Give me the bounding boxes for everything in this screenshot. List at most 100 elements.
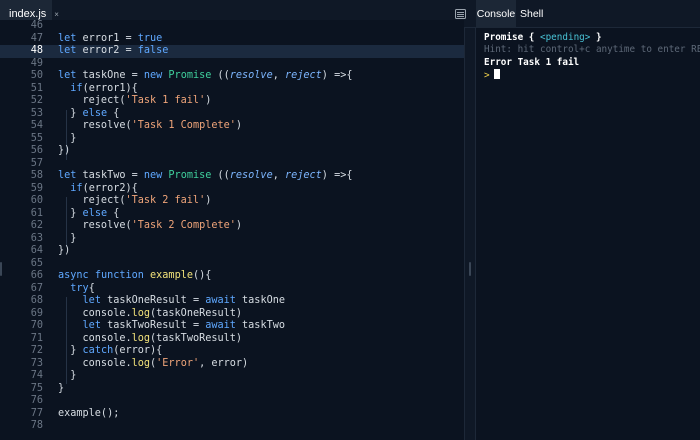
code-token: (error){ [113,345,163,356]
code-line[interactable]: 58 let taskTwo = new Promise ((resolve, r… [0,170,464,183]
code-token: (( [211,170,230,181]
code-token: ) [205,95,212,106]
console-hint: Hint: hit control+c anytime to enter REP… [484,44,700,56]
line-number: 50 [30,70,43,81]
line-number: 74 [30,370,43,381]
code-line[interactable]: 54 resolve('Task 1 Complete') [0,120,464,133]
splitter-grip[interactable] [469,262,471,276]
code-token: taskOne = [76,70,144,81]
tab-console[interactable]: Console [476,0,516,28]
code-token: } [58,132,77,144]
code-line[interactable]: 60 reject('Task 2 fail') [0,195,464,208]
line-number: 55 [30,132,43,144]
code-token: log [131,307,151,319]
code-line[interactable]: 68 let taskOneResult = await taskOne [0,295,464,308]
tab-shell[interactable]: Shell [520,0,543,28]
console-panel[interactable]: Promise { <pending> } Hint: hit control+… [476,28,700,440]
code-token: async [58,270,89,281]
code-token: } [58,232,77,244]
code-line[interactable]: 69 console.log(taskOneResult) [0,308,464,321]
code-text: let error2 = false [58,45,168,58]
pending-status: <pending> [539,32,591,43]
line-number: 76 [30,395,43,406]
code-text: } else { [58,108,119,121]
code-token: console. [58,307,132,319]
code-line[interactable]: 57 [0,158,464,171]
code-line[interactable]: 50 let taskOne = new Promise ((resolve, r… [0,70,464,83]
code-line[interactable]: 76 [0,395,464,408]
code-line[interactable]: 63 } [0,233,464,246]
code-line[interactable]: 71 console.log(taskTwoResult) [0,333,464,346]
code-token: if [70,182,83,194]
code-token: taskTwo [235,320,285,331]
line-number: 68 [30,295,43,306]
code-line[interactable]: 70 let taskTwoResult = await taskTwo [0,320,464,333]
code-token: ) =>{ [321,70,353,81]
editor-left-grip[interactable] [0,262,2,276]
line-number: 57 [30,157,43,169]
code-token: resolve [229,170,273,181]
code-text: } [58,383,64,396]
code-token: function [94,270,144,281]
code-line[interactable]: 52 reject('Task 1 fail') [0,95,464,108]
console-prompt-line[interactable]: > [484,69,700,82]
code-line[interactable]: 61 } else { [0,208,464,221]
code-line[interactable]: 66 async function example(){ [0,270,464,283]
code-editor[interactable]: 46 47 let error1 = true 48 let error2 = fals… [0,20,464,440]
code-text: let taskTwo = new Promise ((resolve, rej… [58,170,352,183]
code-token: reject( [58,195,126,206]
code-token: reject( [58,95,126,106]
code-token: else [82,207,108,219]
code-token: true [137,32,163,44]
code-text: let taskOneResult = await taskOne [58,295,285,308]
code-line[interactable]: 51 if(error1){ [0,83,464,96]
line-number: 67 [30,282,43,294]
code-text: let taskOne = new Promise ((resolve, rej… [58,70,352,83]
code-line[interactable]: 64}) [0,245,464,258]
code-token: new [143,170,163,181]
code-line[interactable]: 47 let error1 = true [0,33,464,46]
code-line[interactable]: 56}) [0,145,464,158]
code-line[interactable]: 53 } else { [0,108,464,121]
code-line[interactable]: 65 [0,258,464,271]
code-token: let [82,295,101,306]
code-token: ) [205,195,212,206]
code-text: } [58,133,76,146]
code-line[interactable]: 74 } [0,370,464,383]
code-text: resolve('Task 2 Complete') [58,220,243,233]
code-line[interactable]: 78 [0,420,464,433]
code-token: resolve [229,70,273,81]
code-line[interactable]: 59 if(error2){ [0,183,464,196]
code-text: console.log('Error', error) [58,358,249,371]
code-line[interactable]: 55 } [0,133,464,146]
code-token: if [70,82,83,94]
code-text: } [58,370,76,383]
code-line[interactable]: 73 console.log('Error', error) [0,358,464,371]
panel-splitter[interactable] [464,28,476,440]
code-line[interactable]: 62 resolve('Task 2 Complete') [0,220,464,233]
close-icon[interactable]: × [54,10,59,19]
code-token: Promise [168,70,212,81]
code-line[interactable]: 46 [0,20,464,33]
code-line[interactable]: 72 } catch(error){ [0,345,464,358]
code-text: async function example(){ [58,270,211,283]
line-number: 46 [30,20,43,31]
code-text: }) [58,145,70,158]
code-token: (taskTwoResult) [150,332,243,344]
code-line[interactable]: 48 let error2 = false [0,45,464,58]
code-text: reject('Task 2 fail') [58,195,212,208]
code-line[interactable]: 49 [0,58,464,71]
line-number: 47 [30,32,43,44]
code-line[interactable]: 77 example(); [0,408,464,421]
code-token: 'Task 1 fail' [125,95,206,106]
code-token: , [272,70,285,81]
code-line[interactable]: 67 try{ [0,283,464,296]
code-text: reject('Task 1 fail') [58,95,212,108]
code-token: let [82,320,101,331]
code-token: new [143,70,163,81]
panel-layout-icon[interactable] [455,9,466,19]
line-number: 71 [30,332,43,344]
code-line[interactable]: 75} [0,383,464,396]
code-token: let [58,170,77,181]
